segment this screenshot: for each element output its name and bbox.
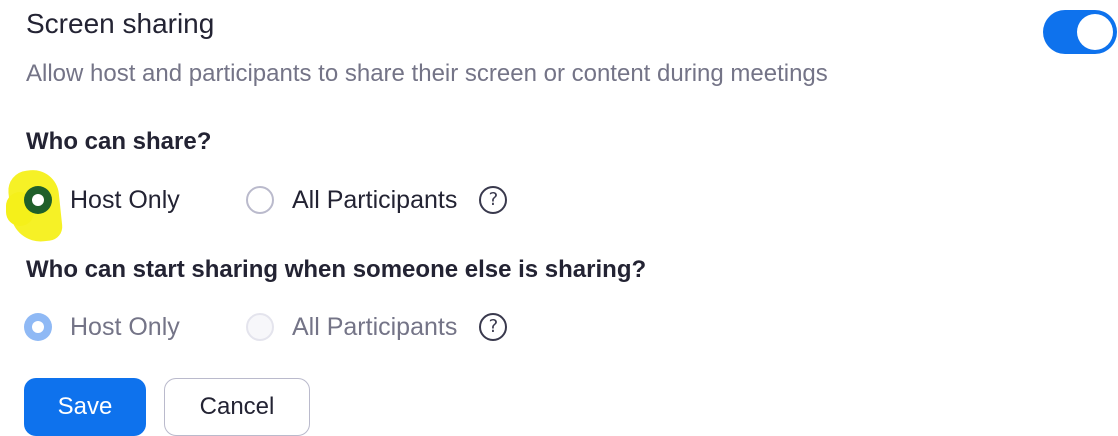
radio-option-host-only[interactable]: Host Only <box>24 180 180 220</box>
radio-label: Host Only <box>70 312 180 341</box>
radio-option-all-participants[interactable]: All Participants ? <box>246 180 508 220</box>
cancel-button[interactable]: Cancel <box>164 378 310 436</box>
setting-title: Screen sharing <box>26 8 215 39</box>
save-button[interactable]: Save <box>24 378 146 436</box>
radio-label: All Participants <box>292 312 458 341</box>
screen-sharing-toggle[interactable] <box>1043 10 1117 54</box>
setting-description: Allow host and participants to share the… <box>26 60 828 87</box>
help-icon[interactable]: ? <box>479 186 508 214</box>
help-icon[interactable]: ? <box>479 313 508 341</box>
who-can-start-radio-group: Host Only All Participants ? <box>24 307 584 347</box>
radio-button-checked-disabled[interactable] <box>24 313 52 341</box>
radio-button-disabled[interactable] <box>246 313 274 341</box>
radio-button[interactable] <box>246 186 274 214</box>
radio-button-checked[interactable] <box>24 186 52 214</box>
question-who-can-share: Who can share? <box>26 128 212 155</box>
radio-label: Host Only <box>70 185 180 214</box>
question-who-can-start-sharing: Who can start sharing when someone else … <box>26 256 647 283</box>
toggle-knob <box>1077 14 1113 50</box>
radio-label: All Participants <box>292 185 458 214</box>
radio-option-all-participants-disabled[interactable]: All Participants ? <box>246 307 508 347</box>
radio-option-host-only-disabled[interactable]: Host Only <box>24 307 180 347</box>
who-can-share-radio-group: Host Only All Participants ? <box>24 180 584 220</box>
